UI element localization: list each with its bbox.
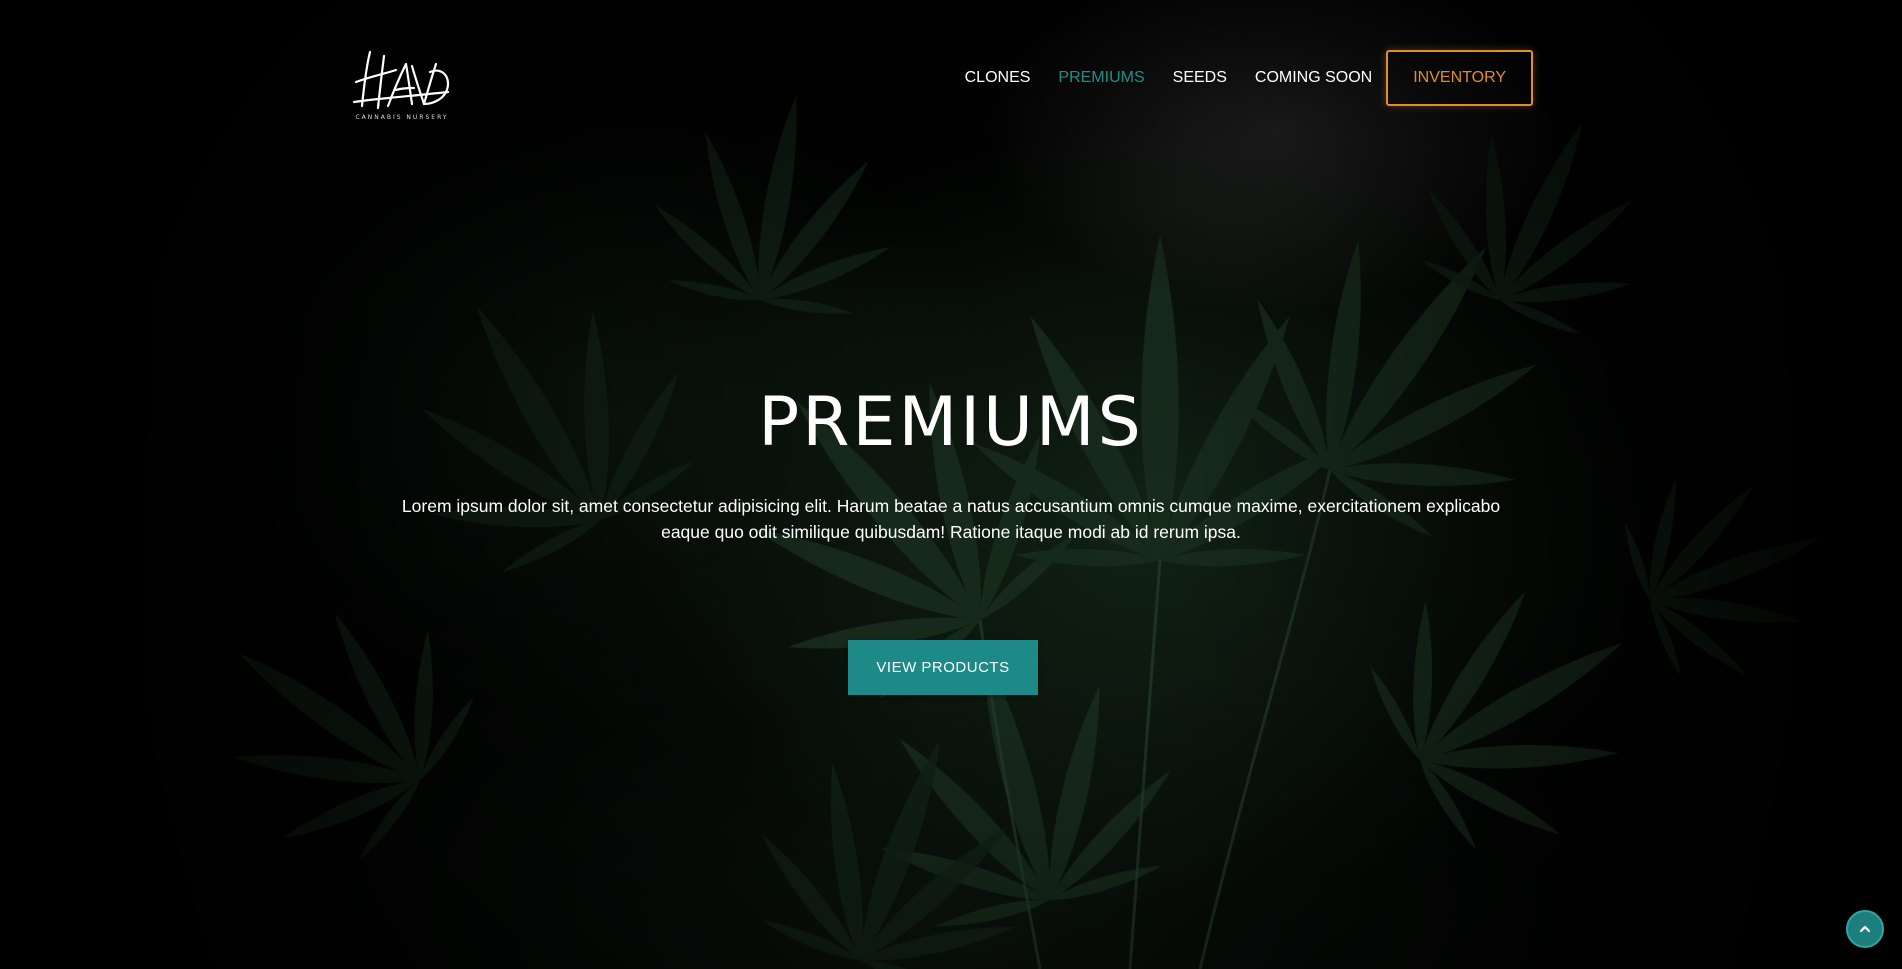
hero-description: Lorem ipsum dolor sit, amet consectetur … <box>401 496 1501 542</box>
inventory-button[interactable]: INVENTORY <box>1386 50 1533 106</box>
nav-seeds[interactable]: SEEDS <box>1173 69 1227 87</box>
chevron-up-icon <box>1859 925 1871 933</box>
logo-signature-mark <box>352 50 450 110</box>
brand-logo[interactable]: CANNABIS NURSERY <box>352 46 452 126</box>
scroll-to-top-button[interactable] <box>1846 910 1884 948</box>
main-nav: CLONES PREMIUMS SEEDS COMING SOON INVENT… <box>937 50 1533 106</box>
nav-coming-soon[interactable]: COMING SOON <box>1255 69 1372 87</box>
view-products-button[interactable]: VIEW PRODUCTS <box>848 640 1038 695</box>
logo-subtitle: CANNABIS NURSERY <box>355 114 449 121</box>
nav-clones[interactable]: CLONES <box>965 69 1031 87</box>
hero-background-image <box>0 0 1902 969</box>
nav-premiums[interactable]: PREMIUMS <box>1058 69 1144 87</box>
page-title: PREMIUMS <box>758 383 1144 462</box>
